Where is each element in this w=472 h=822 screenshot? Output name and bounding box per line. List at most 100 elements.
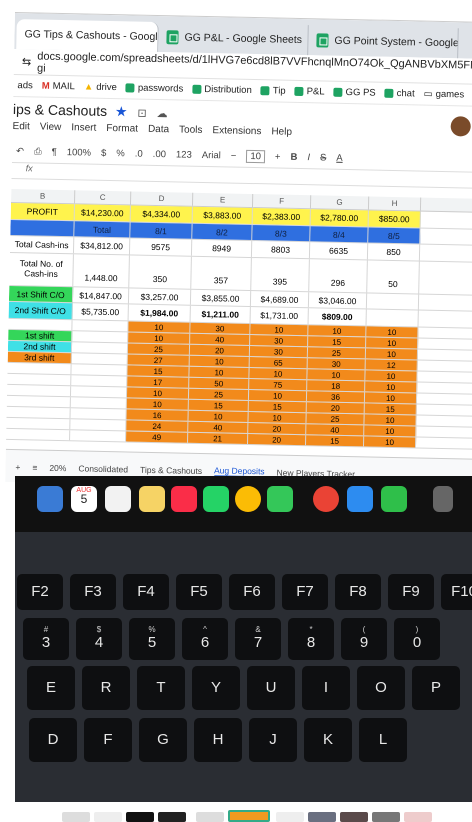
cell[interactable]: $2,383.00: [252, 208, 311, 225]
cell[interactable]: 1,448.00: [73, 254, 130, 288]
cell[interactable]: 50: [189, 377, 250, 389]
cell[interactable]: [7, 362, 72, 375]
chrome-icon[interactable]: [235, 486, 261, 512]
cell[interactable]: 30: [190, 322, 251, 334]
cell[interactable]: 395: [251, 257, 310, 292]
bold-icon[interactable]: B: [290, 152, 297, 163]
function-key[interactable]: F2: [17, 574, 63, 610]
increase-decimal-button[interactable]: .00: [153, 149, 166, 160]
cell[interactable]: 350: [129, 255, 192, 289]
strikethrough-icon[interactable]: S: [320, 152, 327, 163]
function-key[interactable]: F8: [335, 574, 381, 610]
print-icon[interactable]: ⎙: [34, 146, 42, 157]
bookmark[interactable]: P&L: [294, 86, 325, 98]
cell[interactable]: 24: [126, 420, 189, 432]
cell[interactable]: [6, 384, 72, 397]
bookmark[interactable]: ▭ games: [424, 89, 465, 101]
column-header[interactable]: D: [130, 191, 194, 206]
cell[interactable]: 10: [248, 389, 308, 402]
cell[interactable]: 15: [188, 399, 249, 411]
cell[interactable]: 10: [189, 355, 250, 367]
letter-key[interactable]: U: [247, 666, 295, 710]
cell[interactable]: [72, 331, 129, 343]
cell[interactable]: [366, 309, 419, 327]
number-format-button[interactable]: 123: [176, 149, 192, 160]
percent-button[interactable]: %: [116, 148, 125, 159]
menu-data[interactable]: Data: [148, 124, 169, 135]
letter-key[interactable]: E: [27, 666, 75, 710]
letter-key[interactable]: O: [357, 666, 405, 710]
plus-icon[interactable]: +: [275, 151, 281, 162]
cell[interactable]: 15: [127, 365, 190, 377]
cell[interactable]: 30: [249, 345, 309, 358]
cell[interactable]: 20: [189, 344, 251, 356]
cell[interactable]: [70, 397, 127, 409]
cell[interactable]: 10: [308, 325, 367, 337]
letter-key[interactable]: H: [194, 718, 242, 762]
cell[interactable]: 3rd shift: [7, 351, 72, 364]
cell[interactable]: [70, 386, 128, 398]
function-key[interactable]: F5: [176, 574, 222, 610]
cell[interactable]: [7, 373, 72, 386]
thumbnail[interactable]: [372, 812, 400, 822]
cell[interactable]: 40: [306, 424, 365, 436]
cell[interactable]: 18: [307, 380, 366, 392]
column-header[interactable]: E: [192, 192, 254, 208]
number-key[interactable]: ^ 6: [182, 618, 228, 660]
cell[interactable]: $14,230.00: [74, 204, 131, 222]
cell[interactable]: 15: [364, 403, 417, 415]
menu-insert[interactable]: Insert: [71, 122, 96, 134]
cell[interactable]: 10: [250, 323, 309, 336]
number-key[interactable]: & 7: [235, 618, 281, 660]
cell[interactable]: [71, 342, 129, 354]
cell[interactable]: 10: [126, 387, 190, 399]
cell[interactable]: 10: [188, 410, 249, 422]
thumbnail[interactable]: [276, 812, 304, 822]
function-key[interactable]: F3: [70, 574, 116, 610]
cell[interactable]: 25: [188, 388, 250, 400]
cell[interactable]: 10: [364, 414, 417, 426]
cell[interactable]: 21: [188, 432, 249, 444]
number-key[interactable]: % 5: [129, 618, 175, 660]
all-sheets-icon[interactable]: ≡: [32, 462, 37, 472]
thumbnail[interactable]: [158, 812, 186, 822]
cell[interactable]: 10: [365, 348, 419, 360]
cell[interactable]: 357: [191, 256, 252, 290]
cell[interactable]: 25: [307, 347, 367, 359]
letter-key[interactable]: F: [84, 718, 132, 762]
browser-tab[interactable]: GG Tips & Cashouts - Google ✕: [16, 19, 159, 53]
cell[interactable]: 10: [189, 366, 250, 378]
cell[interactable]: 10: [307, 369, 366, 381]
bookmark[interactable]: Tip: [260, 85, 286, 97]
cell[interactable]: $809.00: [308, 308, 367, 326]
cell[interactable]: [71, 353, 128, 365]
thumbnail[interactable]: [404, 812, 432, 822]
cell[interactable]: 27: [127, 354, 190, 366]
decrease-decimal-button[interactable]: .0: [135, 149, 143, 160]
cell[interactable]: 8949: [191, 239, 253, 257]
minus-icon[interactable]: −: [231, 151, 237, 162]
cell[interactable]: $2,780.00: [310, 209, 369, 227]
bookmark[interactable]: chat: [384, 88, 415, 99]
cell[interactable]: [70, 419, 127, 431]
cell[interactable]: [10, 219, 75, 237]
cell[interactable]: $1,984.00: [128, 304, 191, 322]
cell[interactable]: $1,731.00: [250, 307, 309, 325]
trash-icon[interactable]: [433, 486, 453, 512]
cell[interactable]: 75: [249, 378, 308, 391]
cell[interactable]: $14,847.00: [72, 287, 130, 304]
letter-key[interactable]: P: [412, 666, 460, 710]
bookmark[interactable]: Distribution: [192, 84, 252, 96]
cell[interactable]: $3,046.00: [308, 292, 368, 309]
sheet-tab[interactable]: Tips & Cashouts: [140, 464, 202, 475]
column-header[interactable]: F: [252, 194, 312, 209]
browser-tab[interactable]: GG P&L - Google Sheets ✕: [158, 22, 309, 56]
currency-button[interactable]: $: [101, 148, 107, 159]
cell[interactable]: 2nd shift: [7, 340, 73, 353]
italic-icon[interactable]: I: [307, 152, 310, 163]
number-key[interactable]: ) 0: [394, 618, 440, 660]
column-header[interactable]: G: [310, 195, 370, 210]
zoom-level[interactable]: 20%: [49, 462, 66, 472]
paint-format-icon[interactable]: ¶: [52, 147, 57, 158]
cell[interactable]: 17: [127, 376, 190, 388]
